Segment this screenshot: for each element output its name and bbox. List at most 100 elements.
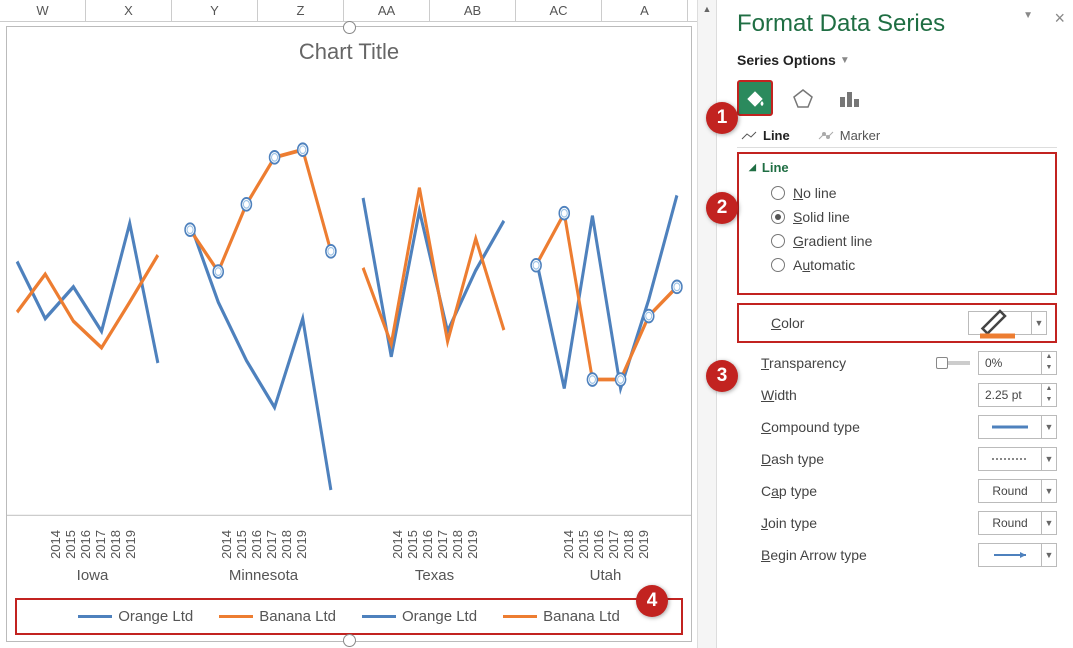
chevron-down-icon: ▼ (1041, 544, 1056, 566)
col-header[interactable]: AC (516, 0, 602, 21)
width-input[interactable]: 2.25 pt▲▼ (978, 383, 1057, 407)
chevron-down-icon: ▼ (1041, 512, 1056, 534)
chevron-down-icon: ▼ (840, 55, 850, 66)
legend-label: Orange Ltd (118, 608, 193, 625)
spin-down-icon[interactable]: ▼ (1042, 395, 1056, 406)
plot-area[interactable] (7, 71, 691, 528)
legend-swatch-icon (219, 615, 253, 618)
legend-label: Banana Ltd (259, 608, 336, 625)
spin-up-icon[interactable]: ▲ (1042, 384, 1056, 395)
resize-handle-top[interactable] (343, 21, 356, 34)
chart-legend[interactable]: Orange Ltd Banana Ltd Orange Ltd Banana … (15, 598, 683, 635)
marker-icon (818, 131, 834, 141)
dash-dropdown[interactable]: ▼ (978, 447, 1057, 471)
axis-year: 2018 (450, 530, 465, 559)
axis-year: 2014 (219, 530, 234, 559)
col-header[interactable]: A (602, 0, 688, 21)
dash-label: Dash type (761, 451, 824, 467)
axis-year: 2014 (561, 530, 576, 559)
axis-year: 2019 (294, 530, 309, 559)
chart-object[interactable]: Chart Title (6, 26, 692, 642)
line-tab-label: Line (763, 128, 790, 143)
col-header[interactable]: Y (172, 0, 258, 21)
line-section: ◢ Line No line Solid line Gradient line … (737, 152, 1057, 295)
axis-year: 2015 (63, 530, 78, 559)
compound-dropdown[interactable]: ▼ (978, 415, 1057, 439)
compound-label: Compound type (761, 419, 860, 435)
chevron-down-icon: ▼ (1031, 312, 1046, 334)
join-value: Round (979, 516, 1041, 530)
axis-year: 2016 (420, 530, 435, 559)
legend-swatch-icon (362, 615, 396, 618)
radio-gradient-line[interactable]: Gradient line (771, 233, 1047, 249)
radio-no-line[interactable]: No line (771, 185, 1047, 201)
radio-automatic[interactable]: Automatic (771, 257, 1047, 273)
legend-swatch-icon (503, 615, 537, 618)
x-axis-state-labels: Iowa Minnesota Texas Utah (7, 567, 691, 584)
format-category-tabs (737, 80, 1057, 116)
radio-icon (771, 234, 785, 248)
callout-badge-3: 3 (706, 360, 738, 392)
legend-item[interactable]: Orange Ltd (362, 608, 477, 625)
scroll-up-icon[interactable]: ▲ (698, 0, 716, 18)
legend-item[interactable]: Banana Ltd (503, 608, 620, 625)
chart-title[interactable]: Chart Title (7, 39, 691, 65)
cap-value: Round (979, 484, 1041, 498)
radio-icon (771, 258, 785, 272)
series-options-tab[interactable] (833, 82, 865, 114)
vertical-scrollbar[interactable]: ▲ (697, 0, 716, 648)
format-pane: ▼ × Format Data Series Series Options ▼ … (717, 0, 1073, 648)
radio-solid-line[interactable]: Solid line (771, 209, 1047, 225)
pentagon-icon (792, 87, 814, 109)
radio-icon (771, 210, 785, 224)
dash-preview-icon (979, 453, 1041, 465)
series-options-dropdown[interactable]: Series Options ▼ (737, 52, 1057, 68)
col-header[interactable]: X (86, 0, 172, 21)
col-header[interactable]: AA (344, 0, 430, 21)
cap-dropdown[interactable]: Round▼ (978, 479, 1057, 503)
series-options-label: Series Options (737, 52, 836, 68)
line-marker-tabs: Line Marker (737, 128, 1057, 148)
transparency-label: Transparency (761, 355, 846, 371)
axis-year: 2016 (591, 530, 606, 559)
color-row: Color ▼ (737, 303, 1057, 343)
fill-line-tab[interactable] (737, 80, 773, 116)
callout-badge-2: 2 (706, 192, 738, 224)
join-type-row: Join type Round▼ (761, 511, 1057, 535)
close-icon[interactable]: × (1054, 8, 1065, 29)
legend-item[interactable]: Banana Ltd (219, 608, 336, 625)
axis-state: Texas (349, 567, 520, 584)
line-icon (741, 131, 757, 141)
axis-year: 2017 (93, 530, 108, 559)
line-tab[interactable]: Line (741, 128, 790, 143)
spin-down-icon[interactable]: ▼ (1042, 363, 1056, 374)
dash-type-row: Dash type ▼ (761, 447, 1057, 471)
effects-tab[interactable] (787, 82, 819, 114)
join-dropdown[interactable]: Round▼ (978, 511, 1057, 535)
legend-item[interactable]: Orange Ltd (78, 608, 193, 625)
resize-handle-bottom[interactable] (343, 634, 356, 647)
compound-preview-icon (979, 421, 1041, 433)
axis-year: 2019 (123, 530, 138, 559)
radio-icon (771, 186, 785, 200)
pane-options-icon[interactable]: ▼ (1023, 10, 1033, 21)
col-header[interactable]: Z (258, 0, 344, 21)
transparency-input[interactable]: 0%▲▼ (978, 351, 1057, 375)
axis-year: 2015 (234, 530, 249, 559)
callout-badge-1: 1 (706, 102, 738, 134)
col-header[interactable]: AB (430, 0, 516, 21)
chevron-down-icon: ▼ (1041, 480, 1056, 502)
color-picker[interactable]: ▼ (968, 311, 1047, 335)
axis-year: 2017 (606, 530, 621, 559)
bar-chart-icon (838, 87, 860, 109)
transparency-slider[interactable] (940, 361, 970, 365)
axis-year: 2014 (390, 530, 405, 559)
axis-year: 2017 (435, 530, 450, 559)
join-label: Join type (761, 515, 817, 531)
begin-arrow-dropdown[interactable]: ▼ (978, 543, 1057, 567)
axis-year: 2017 (264, 530, 279, 559)
line-section-header[interactable]: ◢ Line (749, 160, 1047, 175)
spin-up-icon[interactable]: ▲ (1042, 352, 1056, 363)
marker-tab[interactable]: Marker (818, 128, 880, 143)
col-header[interactable]: W (0, 0, 86, 21)
